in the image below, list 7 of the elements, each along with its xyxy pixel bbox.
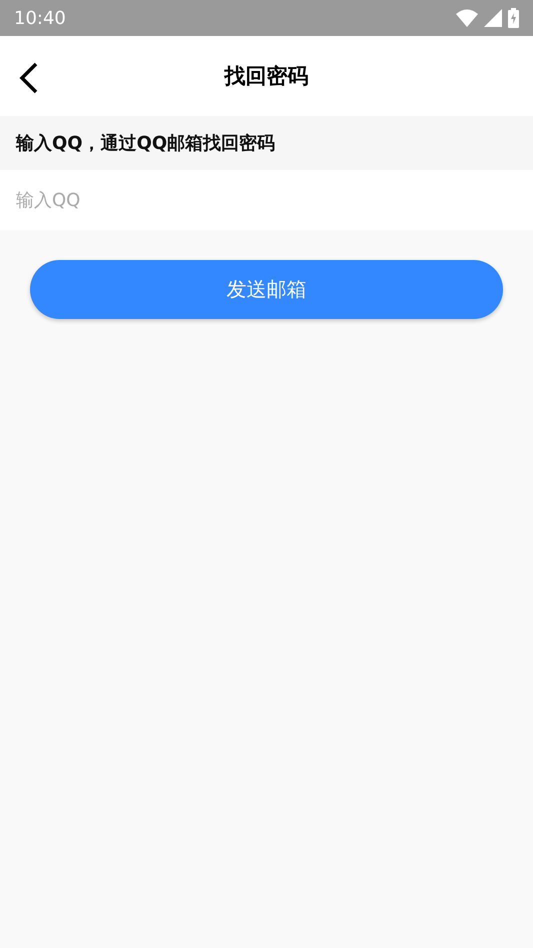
status-time: 10:40 [14, 8, 66, 28]
wifi-icon [456, 9, 478, 27]
page-title: 找回密码 [224, 63, 308, 90]
send-email-button[interactable]: 发送邮箱 [30, 260, 503, 319]
battery-icon [508, 8, 519, 28]
signal-icon [484, 9, 502, 27]
qq-input-field[interactable]: 输入QQ [0, 170, 533, 230]
